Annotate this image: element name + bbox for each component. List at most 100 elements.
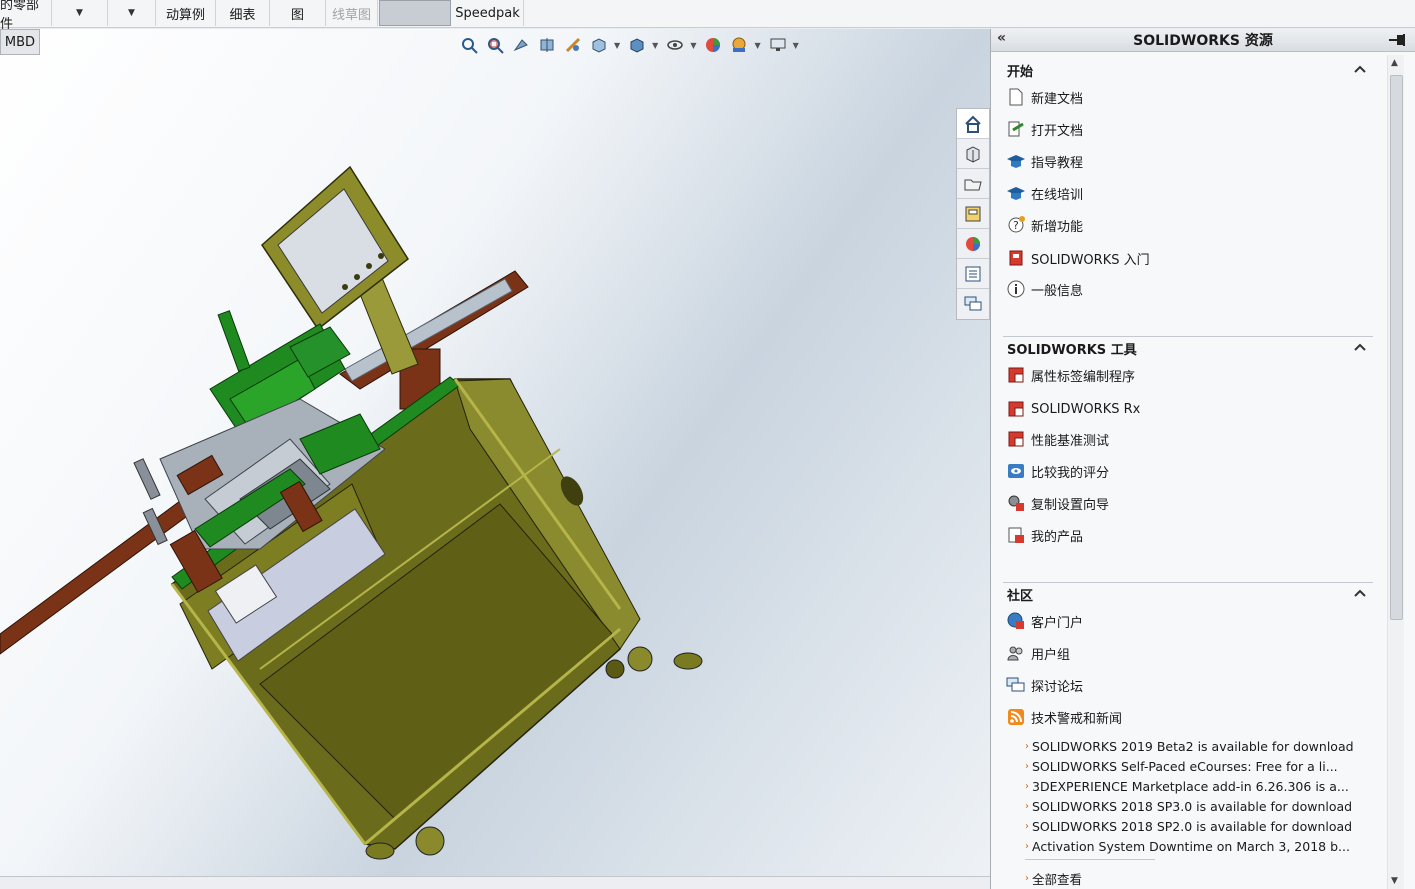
tab-active-blank[interactable] xyxy=(379,0,451,26)
user-groups-link[interactable]: 用户组 xyxy=(1005,641,1070,665)
task-pane-header: « SOLIDWORKS 资源 xyxy=(991,29,1415,52)
general-info-link[interactable]: 一般信息 xyxy=(1005,277,1083,301)
online-training-label: 在线培训 xyxy=(1031,187,1084,203)
tutorials-link[interactable]: 指导教程 xyxy=(1005,149,1083,173)
chevron-up-icon[interactable] xyxy=(1353,586,1367,600)
tab-bom-label: 细表 xyxy=(229,7,256,23)
chevron-right-icon: › xyxy=(1025,780,1029,792)
new-document-link[interactable]: 新建文档 xyxy=(1005,85,1083,109)
news-item-label: SOLIDWORKS 2019 Beta2 is available for d… xyxy=(1032,738,1354,754)
whats-new-link[interactable]: ? 新增功能 xyxy=(1005,213,1083,237)
design-library-icon xyxy=(966,145,980,163)
open-document-label: 打开文档 xyxy=(1031,123,1084,139)
section-community: 社区 xyxy=(1003,583,1373,605)
news-item[interactable]: › SOLIDWORKS 2019 Beta2 is available for … xyxy=(1025,737,1354,755)
chevron-right-icon: › xyxy=(1025,800,1029,812)
my-products-link[interactable]: 我的产品 xyxy=(1005,523,1083,547)
chevron-right-icon: › xyxy=(1025,760,1029,772)
chevron-right-icon: › xyxy=(1025,820,1029,832)
compare-score-link[interactable]: 比较我的评分 xyxy=(1005,459,1109,483)
news-item[interactable]: › Activation System Downtime on March 3, … xyxy=(1025,837,1350,855)
tab-bom[interactable]: 细表 xyxy=(216,0,270,26)
design-library-tab[interactable] xyxy=(957,139,989,169)
intro-link[interactable]: SOLIDWORKS 入门 xyxy=(1005,246,1150,270)
chevron-down-icon: ▼ xyxy=(76,8,83,18)
section-getting-started: 开始 xyxy=(1003,59,1373,81)
dynamic-annotation-icon[interactable] xyxy=(562,35,584,55)
chevron-down-icon[interactable]: ▼ xyxy=(793,41,799,50)
online-training-icon xyxy=(1005,182,1027,204)
tab-speedpak-label: Speedpak xyxy=(455,5,520,21)
edit-appearance-icon[interactable] xyxy=(702,35,724,55)
chevron-down-icon[interactable]: ▼ xyxy=(614,41,620,50)
tab-motion-study[interactable]: 动算例 xyxy=(156,0,216,26)
view-all-link[interactable]: › 全部查看 xyxy=(1025,869,1082,887)
file-explorer-tab[interactable] xyxy=(957,169,989,199)
my-products-icon xyxy=(1005,524,1027,546)
compare-score-label: 比较我的评分 xyxy=(1031,465,1110,481)
task-pane-content[interactable]: 开始 新建文档 打开文档 指导教程 在线培训 ? 新增功能 SOLIDWORKS… xyxy=(991,53,1389,889)
dropdown-1[interactable]: ▼ xyxy=(52,0,108,26)
chevron-right-icon: › xyxy=(1025,840,1029,852)
tech-alerts-news-label: 技术警戒和新闻 xyxy=(1031,711,1123,727)
svg-text:?: ? xyxy=(1013,219,1019,232)
tab-line-sketch[interactable]: 线草图 xyxy=(326,0,378,26)
news-divider xyxy=(1025,859,1155,860)
chevron-down-icon[interactable]: ▼ xyxy=(690,41,696,50)
task-pane-scrollbar[interactable]: ▲ ▼ xyxy=(1387,55,1404,889)
section-view-icon[interactable] xyxy=(536,35,558,55)
tab-drawing[interactable]: 图 xyxy=(270,0,326,26)
custom-properties-tab[interactable] xyxy=(957,259,989,289)
customer-portal-link[interactable]: 客户门户 xyxy=(1005,609,1083,633)
appearances-tab[interactable] xyxy=(957,229,989,259)
home-tab[interactable] xyxy=(957,109,989,139)
news-item[interactable]: › SOLIDWORKS Self-Paced eCourses: Free fo… xyxy=(1025,757,1338,775)
forum-link[interactable]: 探讨论坛 xyxy=(1005,673,1083,697)
property-tab-builder-link[interactable]: 属性标签编制程序 xyxy=(1005,363,1135,387)
dropdown-2[interactable]: ▼ xyxy=(108,0,156,26)
online-training-link[interactable]: 在线培训 xyxy=(1005,181,1083,205)
view-settings-icon[interactable] xyxy=(767,35,789,55)
home-icon xyxy=(965,115,981,133)
chevron-up-icon[interactable] xyxy=(1353,340,1367,354)
apply-scene-icon[interactable] xyxy=(728,35,750,55)
hide-show-icon[interactable] xyxy=(664,35,686,55)
collapse-icon[interactable]: « xyxy=(997,30,1006,46)
chevron-down-icon[interactable]: ▼ xyxy=(652,41,658,50)
scroll-up-icon[interactable]: ▲ xyxy=(1391,58,1398,68)
chevron-up-icon[interactable] xyxy=(1353,62,1367,76)
pin-icon[interactable] xyxy=(1387,32,1407,48)
chevron-down-icon[interactable]: ▼ xyxy=(754,41,760,50)
news-item[interactable]: › 3DEXPERIENCE Marketplace add-in 6.26.30… xyxy=(1025,777,1349,795)
rss-icon xyxy=(1005,706,1027,728)
benchmark-link[interactable]: 性能基准测试 xyxy=(1005,427,1109,451)
copy-settings-link[interactable]: 复制设置向导 xyxy=(1005,491,1109,515)
graphics-area[interactable]: MBD ▼ ▼ ▼ ▼ ▼ xyxy=(0,29,990,876)
forum-tab[interactable] xyxy=(957,289,989,319)
scrollbar-thumb[interactable] xyxy=(1390,75,1403,620)
tab-line-sketch-label: 线草图 xyxy=(331,7,371,23)
tab-speedpak[interactable]: Speedpak xyxy=(452,0,524,26)
tab-mbd[interactable]: MBD xyxy=(0,29,40,55)
view-orientation-icon[interactable] xyxy=(588,35,610,55)
tab-components[interactable]: 的零部件 xyxy=(0,0,52,32)
my-products-label: 我的产品 xyxy=(1031,529,1084,545)
new-document-label: 新建文档 xyxy=(1031,91,1084,107)
news-item-label: SOLIDWORKS Self-Paced eCourses: Free for… xyxy=(1032,758,1338,774)
display-style-icon[interactable] xyxy=(626,35,648,55)
news-item[interactable]: › SOLIDWORKS 2018 SP2.0 is available for … xyxy=(1025,817,1352,835)
forum-icon xyxy=(964,296,982,311)
tech-alerts-news-link[interactable]: 技术警戒和新闻 xyxy=(1005,705,1122,729)
news-item-label: SOLIDWORKS 2018 SP2.0 is available for d… xyxy=(1032,818,1353,834)
solidworks-rx-link[interactable]: SOLIDWORKS Rx xyxy=(1005,397,1140,421)
assembly-model[interactable] xyxy=(0,29,990,876)
zoom-to-fit-icon[interactable] xyxy=(458,35,480,55)
scroll-down-icon[interactable]: ▼ xyxy=(1391,876,1398,886)
general-info-label: 一般信息 xyxy=(1031,283,1084,299)
zoom-area-icon[interactable] xyxy=(484,35,506,55)
previous-view-icon[interactable] xyxy=(510,35,532,55)
news-item-label: Activation System Downtime on March 3, 2… xyxy=(1032,838,1350,854)
open-document-link[interactable]: 打开文档 xyxy=(1005,117,1083,141)
view-palette-tab[interactable] xyxy=(957,199,989,229)
news-item[interactable]: › SOLIDWORKS 2018 SP3.0 is available for … xyxy=(1025,797,1352,815)
